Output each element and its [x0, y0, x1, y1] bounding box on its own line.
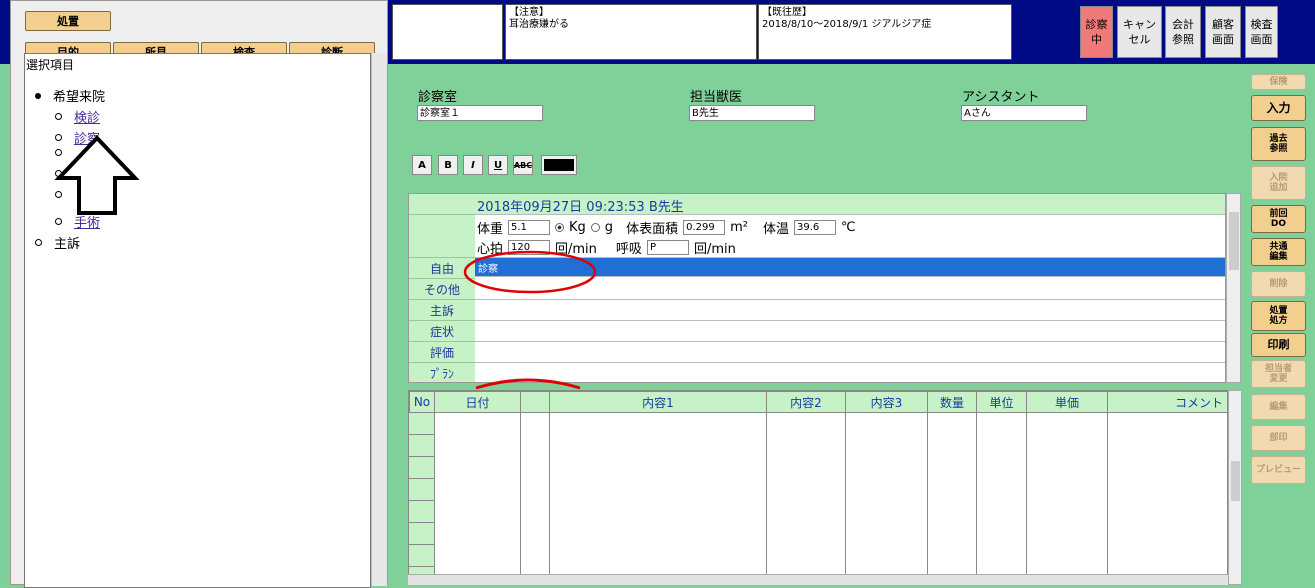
bsa-unit: m² [730, 219, 748, 235]
assistant-label: アシスタント [962, 90, 1040, 105]
bold-button[interactable]: B [438, 155, 458, 175]
col-content3: 内容3 [845, 391, 928, 413]
weight-input[interactable]: 5.1 [508, 219, 551, 235]
resp-input[interactable]: P [646, 239, 689, 255]
red-circle-annotation [463, 250, 597, 294]
temp-label: 体温 [762, 221, 789, 237]
accounting-ref-button[interactable]: 会計 参照 [1165, 6, 1201, 58]
timestamp-label-cell [409, 194, 475, 215]
caution-note-box: 【注意】 耳治療嫌がる [505, 4, 757, 60]
g-label: g [604, 219, 614, 235]
caution-note-text: 耳治療嫌がる [509, 19, 569, 30]
tree-item-complaint[interactable]: 主訴 [35, 233, 80, 252]
font-button[interactable]: A [412, 155, 432, 175]
weight-label: 体重 [477, 221, 504, 237]
tree-title: 選択項目 [26, 58, 75, 72]
strikethrough-button[interactable]: ABC [513, 155, 533, 175]
col-comment: コメント [1107, 391, 1227, 413]
col-quantity: 数量 [927, 391, 977, 413]
table-hscrollbar[interactable] [408, 574, 1228, 585]
insurance-button[interactable]: 保険 [1251, 74, 1306, 90]
cancel-button[interactable]: キャン セル [1117, 6, 1162, 58]
detail-table: No 日付 内容1 内容2 内容3 数量 単位 単価 コメント [408, 390, 1228, 585]
print-button[interactable]: 印刷 [1251, 333, 1306, 357]
history-note-box: 【既往歴】 2018/8/10〜2018/9/1 ジアルジア症 [758, 4, 1012, 60]
up-arrow-annotation-icon [54, 135, 140, 215]
room-field[interactable]: 診察室１ [417, 105, 543, 121]
selection-panel: 処置 目的 所見 検査 診断 選択項目 希望来院 検診 診察 手術 主訴 [10, 0, 388, 588]
room-label: 診察室 [418, 90, 458, 105]
annotation-ovals [463, 250, 597, 390]
treatment-button[interactable]: 処置 [25, 11, 111, 31]
form-scroll-thumb[interactable] [1229, 212, 1239, 270]
table-scroll-thumb[interactable] [1231, 461, 1240, 501]
treatment-prescription-button[interactable]: 処置 処方 [1251, 301, 1306, 331]
assistant-field[interactable]: Aさん [961, 105, 1087, 121]
resp-unit: 回/min [693, 241, 736, 257]
vet-label: 担当獣医 [690, 90, 743, 105]
previous-do-button[interactable]: 前回 DO [1251, 205, 1306, 233]
input-button[interactable]: 入力 [1251, 95, 1306, 121]
italic-button[interactable]: I [463, 155, 483, 175]
in-consultation-button[interactable]: 診察中 [1080, 6, 1113, 58]
col-content2: 内容2 [766, 391, 846, 413]
partial-print-button[interactable]: 部印 [1251, 425, 1306, 451]
bsa-label: 体表面積 [626, 221, 679, 237]
exam-screen-button[interactable]: 検査 画面 [1245, 6, 1278, 58]
admission-add-button[interactable]: 入院 追加 [1251, 166, 1306, 200]
selection-tree: 選択項目 希望来院 検診 診察 手術 主訴 [24, 53, 371, 588]
kg-radio-icon[interactable] [555, 222, 565, 232]
panel-scrollbar[interactable] [371, 53, 387, 586]
col-price: 単価 [1026, 391, 1108, 413]
form-scrollbar[interactable] [1226, 193, 1241, 383]
color-swatch-icon [544, 159, 574, 171]
kg-label: Kg [569, 219, 586, 235]
table-row[interactable] [409, 412, 1227, 584]
past-reference-button[interactable]: 過去 参照 [1251, 127, 1306, 161]
vet-field[interactable]: B先生 [689, 105, 815, 121]
common-edit-button[interactable]: 共通 編集 [1251, 238, 1306, 266]
customer-screen-button[interactable]: 顧客 画面 [1205, 6, 1241, 58]
caution-note-title: 【注意】 [509, 7, 549, 18]
red-circle-annotation-partial [475, 378, 581, 390]
edit-button[interactable]: 編集 [1251, 394, 1306, 420]
history-note-text: 2018/8/10〜2018/9/1 ジアルジア症 [762, 19, 932, 30]
color-swatch-button[interactable] [541, 155, 577, 175]
table-vscrollbar[interactable] [1228, 390, 1242, 585]
temp-unit: ℃ [840, 219, 856, 235]
g-radio-icon[interactable] [590, 222, 600, 232]
staff-change-button[interactable]: 担当者 変更 [1251, 360, 1306, 388]
delete-button[interactable]: 削除 [1251, 271, 1306, 297]
col-unit: 単位 [976, 391, 1027, 413]
blank-note-box [392, 4, 503, 60]
history-note-title: 【既往歴】 [762, 7, 812, 18]
resp-label: 呼吸 [615, 241, 642, 257]
tree-item-visit[interactable]: 希望来院 [35, 86, 105, 105]
temp-input[interactable]: 39.6 [793, 219, 836, 235]
row-number-column [409, 413, 434, 584]
record-timestamp: 2018年09月27日 09:23:53 B先生 [475, 194, 1225, 215]
tree-item-checkup[interactable]: 検診 [55, 107, 100, 126]
underline-button[interactable]: U [488, 155, 508, 175]
preview-button[interactable]: プレビュー [1251, 456, 1306, 484]
bsa-input[interactable]: 0.299 [683, 219, 726, 235]
